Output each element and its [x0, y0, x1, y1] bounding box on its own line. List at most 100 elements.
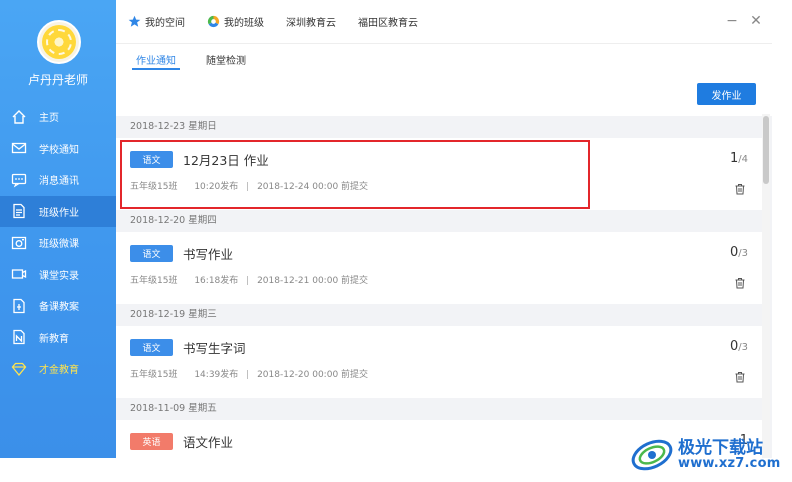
publish-time: 10:20发布	[194, 182, 239, 192]
home-icon	[11, 109, 27, 125]
avatar[interactable]	[37, 20, 81, 64]
sidebar-item-label: 课堂实录	[39, 270, 79, 282]
document-icon	[11, 203, 27, 219]
sidebar-item-label: 班级作业	[39, 207, 79, 219]
sidebar-item-home[interactable]: 主页	[0, 101, 116, 133]
trash-icon[interactable]	[734, 274, 746, 289]
publish-time: 14:39发布	[194, 370, 239, 380]
watermark: 极光下载站 www.xz7.com	[630, 430, 790, 478]
tab-homework-notice[interactable]: 作业通知	[136, 52, 176, 67]
deadline: 2018-12-21 00:00 前提交	[257, 276, 369, 286]
publish-time: 16:18发布	[194, 276, 239, 286]
subject-badge: 语文	[130, 339, 173, 356]
sidebar: 卢丹丹老师 主页 学校通知 消息通讯 班级作业 班级微课 课堂实录 备课教案 新…	[0, 0, 116, 458]
sidebar-item-micro-lessons[interactable]: 班级微课	[0, 227, 116, 259]
tab-class-test[interactable]: 随堂检测	[206, 52, 246, 67]
meta-separator: |	[246, 276, 250, 286]
chat-icon	[11, 172, 27, 188]
date-header: 2018-12-23 星期日	[116, 116, 762, 138]
sidebar-item-label: 备课教案	[39, 302, 79, 314]
tab-bar: 作业通知 随堂检测	[116, 44, 772, 74]
sidebar-item-label: 消息通讯	[39, 176, 79, 188]
mail-icon	[11, 140, 27, 156]
lesson-plan-icon	[11, 298, 27, 314]
submission-count: 0/3	[730, 245, 748, 260]
sidebar-item-class-recordings[interactable]: 课堂实录	[0, 259, 116, 291]
homework-title[interactable]: 书写生字词	[183, 338, 246, 357]
trash-icon[interactable]	[734, 180, 746, 195]
diamond-icon	[11, 361, 27, 377]
close-icon[interactable]: ✕	[748, 13, 764, 29]
submission-count: 0/3	[730, 339, 748, 354]
homework-meta: 五年级15班 10:20发布 | 2018-12-24 00:00 前提交	[130, 179, 368, 192]
nav-futian-edu-cloud[interactable]: 福田区教育云	[358, 14, 418, 29]
top-nav: 我的空间 我的班级 深圳教育云 福田区教育云	[128, 14, 440, 29]
deadline: 2018-12-20 00:00 前提交	[257, 370, 369, 380]
date-header: 2018-11-09 星期五	[116, 398, 762, 420]
watermark-url: www.xz7.com	[678, 456, 781, 471]
homework-card[interactable]: 语文 书写作业 五年级15班 16:18发布 | 2018-12-21 00:0…	[116, 232, 762, 304]
scrollbar[interactable]	[762, 114, 770, 458]
class-name: 五年级15班	[130, 370, 178, 380]
app-window: 卢丹丹老师 主页 学校通知 消息通讯 班级作业 班级微课 课堂实录 备课教案 新…	[0, 0, 792, 482]
nav-label: 我的班级	[224, 18, 264, 29]
sidebar-item-label: 班级微课	[39, 239, 79, 251]
nav-my-space[interactable]: 我的空间	[128, 14, 185, 29]
window-controls: − ✕	[716, 13, 764, 29]
star-icon	[128, 15, 141, 28]
homework-title[interactable]: 12月23日 作业	[183, 150, 269, 169]
class-name: 五年级15班	[130, 276, 178, 286]
homework-card[interactable]: 语文 书写生字词 五年级15班 14:39发布 | 2018-12-20 00:…	[116, 326, 762, 398]
homework-content: 发作业 2018-12-23 星期日 语文 12月23日 作业 五年级15班 1…	[116, 74, 772, 458]
total-count: /3	[738, 342, 748, 353]
meta-separator: |	[246, 370, 250, 380]
sidebar-item-lesson-plans[interactable]: 备课教案	[0, 290, 116, 322]
top-bar: 我的空间 我的班级 深圳教育云 福田区教育云 − ✕	[116, 0, 772, 44]
homework-meta: 五年级15班 16:18发布 | 2018-12-21 00:00 前提交	[130, 273, 368, 286]
username: 卢丹丹老师	[27, 73, 88, 87]
nav-label: 我的空间	[145, 18, 185, 29]
trash-icon[interactable]	[734, 368, 746, 383]
nav-my-class[interactable]: 我的班级	[207, 14, 264, 29]
new-education-icon	[11, 329, 27, 345]
date-header: 2018-12-20 星期四	[116, 210, 762, 232]
subject-badge: 英语	[130, 433, 173, 450]
sidebar-item-new-education[interactable]: 新教育	[0, 322, 116, 354]
subject-badge: 语文	[130, 245, 173, 262]
nav-shenzhen-edu-cloud[interactable]: 深圳教育云	[286, 14, 336, 29]
nav-label: 福田区教育云	[358, 18, 418, 29]
sidebar-menu: 主页 学校通知 消息通讯 班级作业 班级微课 课堂实录 备课教案 新教育 才金教…	[0, 101, 116, 385]
deadline: 2018-12-24 00:00 前提交	[257, 182, 369, 192]
homework-title[interactable]: 书写作业	[183, 244, 233, 263]
sidebar-item-label: 才金教育	[39, 365, 79, 377]
sidebar-item-label: 新教育	[39, 333, 69, 345]
homework-title[interactable]: 语文作业	[183, 432, 233, 451]
total-count: /4	[738, 154, 748, 165]
nav-label: 深圳教育云	[286, 18, 336, 29]
homework-meta: 五年级15班 14:39发布 | 2018-12-20 00:00 前提交	[130, 367, 368, 380]
action-row: 发作业	[116, 74, 772, 116]
watermark-name: 极光下载站	[678, 438, 763, 458]
publish-homework-button[interactable]: 发作业	[697, 83, 756, 105]
sidebar-item-school-notice[interactable]: 学校通知	[0, 133, 116, 165]
date-header: 2018-12-19 星期三	[116, 304, 762, 326]
meta-separator: |	[246, 182, 250, 192]
submission-count: 1/4	[730, 151, 748, 166]
subject-badge: 语文	[130, 151, 173, 168]
minimize-icon[interactable]: −	[724, 13, 740, 29]
sidebar-item-label: 主页	[39, 113, 59, 125]
watermark-logo-icon	[631, 439, 673, 471]
class-name: 五年级15班	[130, 182, 178, 192]
sidebar-item-messages[interactable]: 消息通讯	[0, 164, 116, 196]
sidebar-item-caijin-education[interactable]: 才金教育	[0, 353, 116, 385]
sidebar-item-label: 学校通知	[39, 144, 79, 156]
tab-underline	[132, 68, 180, 70]
homework-card[interactable]: 语文 12月23日 作业 五年级15班 10:20发布 | 2018-12-24…	[116, 138, 762, 210]
homework-list: 2018-12-23 星期日 语文 12月23日 作业 五年级15班 10:20…	[116, 116, 762, 458]
circle-icon	[207, 15, 220, 28]
scroll-thumb[interactable]	[763, 116, 769, 184]
video-icon	[11, 266, 27, 282]
camera-icon	[11, 235, 27, 251]
total-count: /3	[738, 248, 748, 259]
sidebar-item-class-homework[interactable]: 班级作业	[0, 195, 116, 227]
